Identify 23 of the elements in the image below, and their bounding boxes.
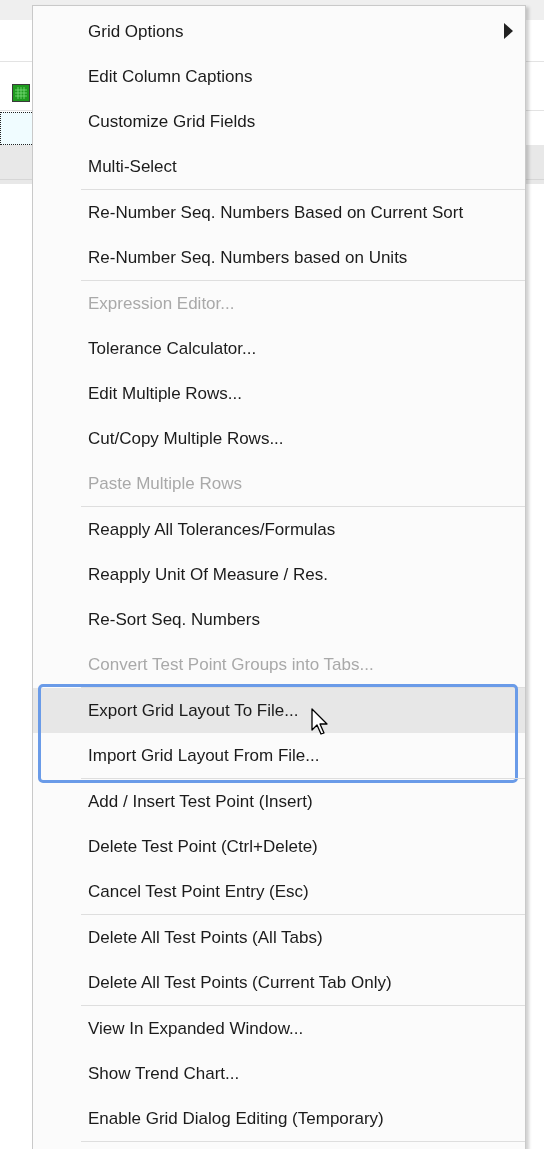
menu-item[interactable]: Enable Grid Dialog Editing (Temporary) xyxy=(33,1096,525,1141)
menu-item[interactable]: View In Expanded Window... xyxy=(33,1006,525,1051)
menu-item[interactable]: Show Trend Chart... xyxy=(33,1051,525,1096)
menu-item[interactable]: Export Grid Layout To File... xyxy=(33,688,525,733)
menu-item[interactable]: Delete All Test Points (Current Tab Only) xyxy=(33,960,525,1005)
menu-item[interactable]: Cancel Test Point Entry (Esc) xyxy=(33,869,525,914)
menu-item[interactable]: Re-Sort Seq. Numbers xyxy=(33,597,525,642)
menu-item[interactable]: Cut/Copy Multiple Rows... xyxy=(33,416,525,461)
menu-item[interactable]: Delete All Test Points (All Tabs) xyxy=(33,915,525,960)
menu-item[interactable]: Edit Multiple Rows... xyxy=(33,371,525,416)
menu-item[interactable]: Edit Column Captions xyxy=(33,54,525,99)
menu-item[interactable]: Delete Test Point (Ctrl+Delete) xyxy=(33,824,525,869)
grid-icon xyxy=(12,84,30,102)
menu-item[interactable]: Multi-Select xyxy=(33,144,525,189)
menu-item[interactable]: Reapply All Tolerances/Formulas xyxy=(33,507,525,552)
menu-item[interactable]: Re-Number Seq. Numbers based on Units xyxy=(33,235,525,280)
menu-item[interactable]: Grid Options xyxy=(33,9,525,54)
menu-item[interactable]: Tolerance Calculator... xyxy=(33,326,525,371)
menu-item[interactable]: Customize Grid Fields xyxy=(33,99,525,144)
menu-item[interactable]: Reapply Unit Of Measure / Res. xyxy=(33,552,525,597)
menu-item[interactable]: Re-Number Seq. Numbers Based on Current Sort xyxy=(33,190,525,235)
menu-item[interactable]: Import Grid Layout From File... xyxy=(33,733,525,778)
menu-item[interactable]: Add / Insert Test Point (Insert) xyxy=(33,779,525,824)
